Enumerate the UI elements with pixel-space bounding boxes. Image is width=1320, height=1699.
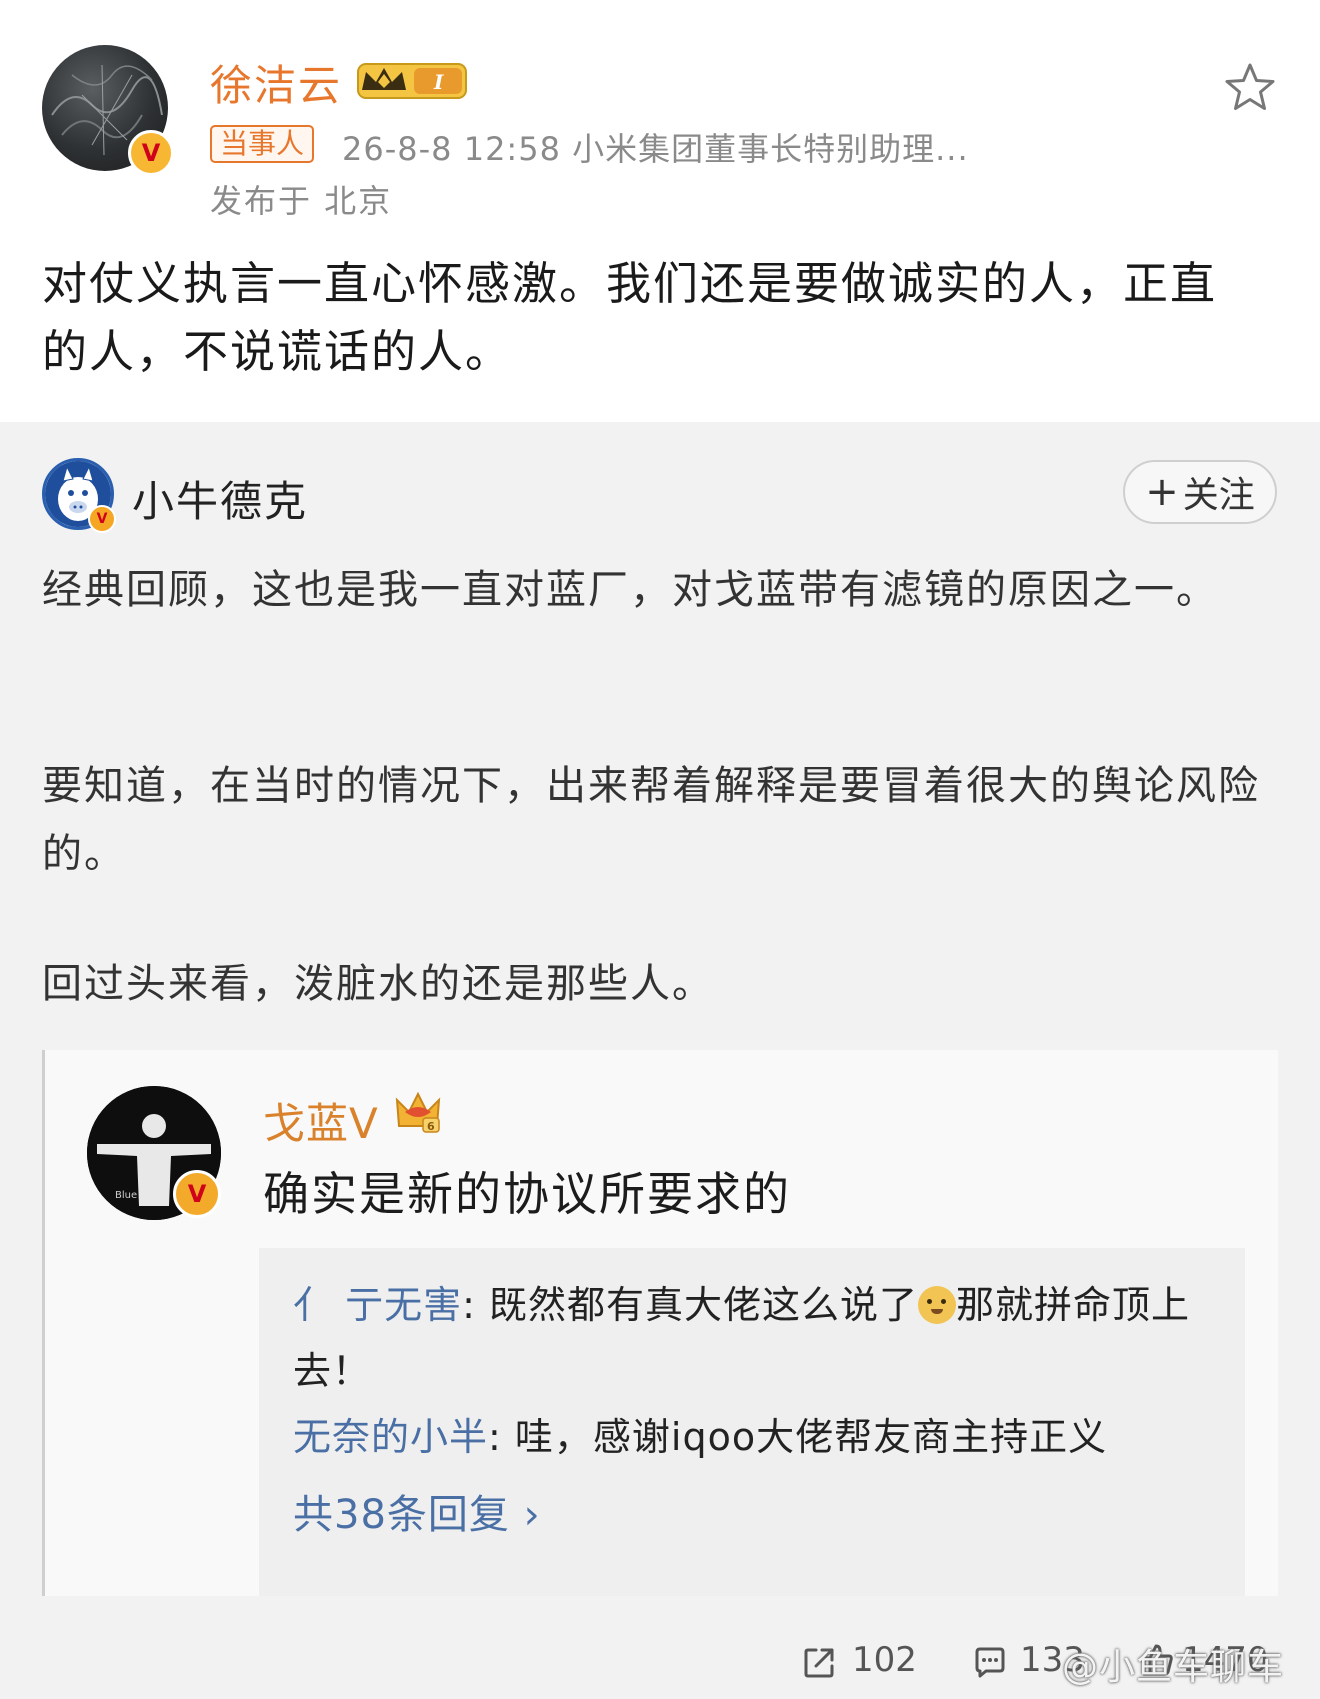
svg-text:Blue: Blue <box>115 1190 137 1201</box>
vip-crown-icon: I <box>357 63 467 99</box>
repost-author-name[interactable]: 小牛德克 <box>132 468 308 529</box>
verified-v-icon: V <box>173 1170 221 1218</box>
author-name[interactable]: 徐洁云 <box>210 52 342 113</box>
star-outline-icon[interactable] <box>1222 60 1278 116</box>
verified-v-icon: V <box>128 130 174 176</box>
reply-text: 哇，感谢iqoo大佬帮友商主持正义 <box>514 1415 1108 1459</box>
reply-user: 亻 亍无害 <box>293 1283 463 1327</box>
post-location: 发布于 北京 <box>210 182 393 220</box>
reply-user: 无奈的小半 <box>293 1415 489 1459</box>
post-content: 对仗义执言一直心怀感激。我们还是要做诚实的人，正直的人，不说谎话的人。 <box>42 257 1218 378</box>
plus-icon: + <box>1145 469 1179 515</box>
action-bar: 102 133 1470 @小鱼车聊车 <box>0 1630 1320 1690</box>
party-tag: 当事人 <box>210 125 315 163</box>
repost-paragraph: 回过头来看，泼脏水的还是那些人。 <box>42 961 714 1007</box>
reply-box: 亻 亍无害: 既然都有真大佬这么说了 那就拼命顶上去！ 无奈的小半: 哇，感谢iq… <box>259 1248 1245 1596</box>
follow-label: 关注 <box>1182 475 1255 516</box>
reply-item: 亻 亍无害: 既然都有真大佬这么说了 那就拼命顶上去！ <box>293 1283 1191 1393</box>
reply-item: 无奈的小半: 哇，感谢iqoo大佬帮友商主持正义 <box>293 1415 1108 1459</box>
svg-text:I: I <box>433 70 444 94</box>
reply-text: 既然都有真大佬这么说了 <box>488 1283 918 1327</box>
crown-icon: 6 <box>395 1091 441 1133</box>
embedded-screenshot: Blue V 戈蓝V 6 确实是新的协议所要求的 亻 亍无害: 既然都有真大佬这… <box>42 1050 1278 1596</box>
more-replies-link: 共38条回复 › <box>293 1492 541 1538</box>
repost-count: 102 <box>852 1640 917 1680</box>
embedded-comment: 确实是新的协议所要求的 <box>263 1167 791 1221</box>
verified-v-icon: V <box>88 505 116 533</box>
post-meta: 26-8-8 12:58 小米集团董事长特别助理... <box>342 130 969 168</box>
embedded-author-name: 戈蓝V <box>263 1099 379 1148</box>
comment-icon[interactable] <box>972 1644 1008 1680</box>
repost-paragraph: 要知道，在当时的情况下，出来帮着解释是要冒着很大的舆论风险的。 <box>42 763 1260 877</box>
doge-emoji-icon <box>918 1286 956 1324</box>
follow-button[interactable]: + 关注 <box>1123 460 1277 524</box>
svg-text:6: 6 <box>427 1120 435 1133</box>
watermark: @小鱼车聊车 <box>1062 1647 1285 1688</box>
repost-paragraph: 经典回顾，这也是我一直对蓝厂，对戈蓝带有滤镜的原因之一。 <box>42 567 1218 613</box>
original-post-card: V 徐洁云 I 当事人 26-8-8 12:58 小米集团董事长特别助理... … <box>0 0 1320 422</box>
repost-icon[interactable] <box>802 1644 838 1680</box>
